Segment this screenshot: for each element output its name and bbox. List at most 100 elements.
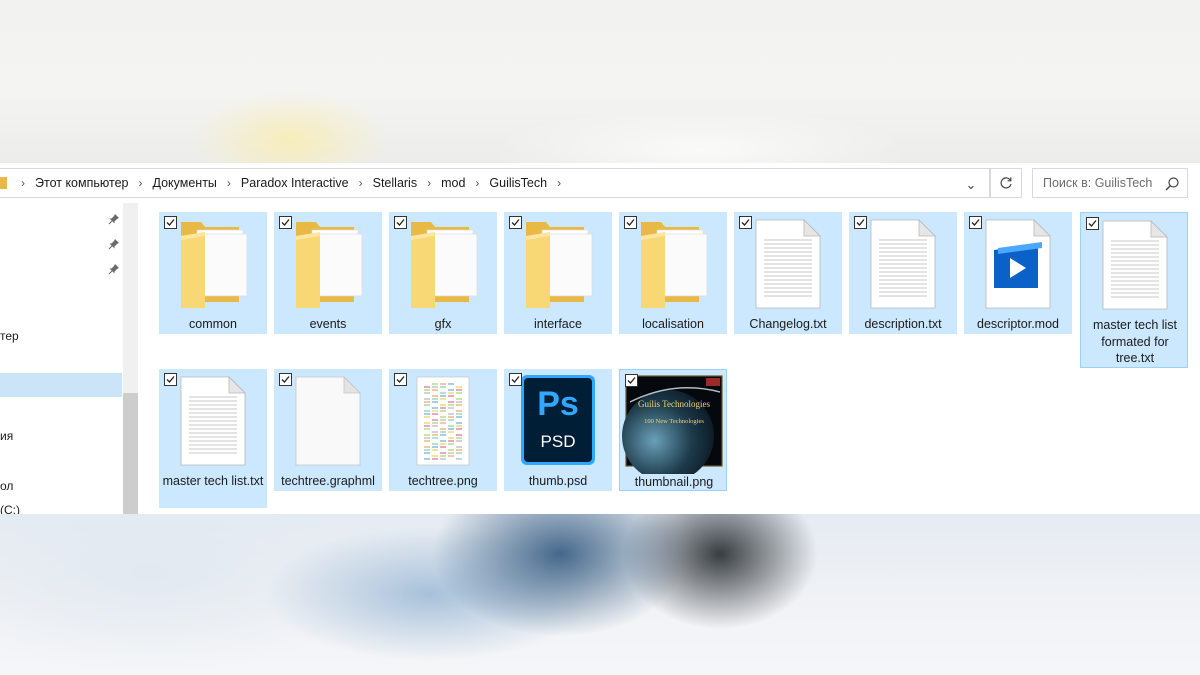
item-label: master tech list.txt (162, 474, 264, 488)
chevron-right-icon[interactable]: › (421, 176, 437, 190)
folder-item[interactable]: events (274, 212, 382, 334)
nav-item[interactable] (0, 258, 122, 282)
nav-item[interactable]: ол (0, 474, 122, 498)
address-bar[interactable]: › Этот компьютер › Документы › Paradox I… (0, 168, 990, 198)
nav-item-label: (C:) (0, 503, 20, 514)
item-label: description.txt (864, 317, 942, 331)
item-checkbox[interactable] (164, 373, 177, 386)
refresh-icon (1000, 177, 1012, 189)
file-item[interactable]: Ps PSD thumb.psd (504, 369, 612, 491)
address-row: › Этот компьютер › Документы › Paradox I… (0, 168, 1200, 200)
item-label: localisation (642, 317, 704, 331)
file-item[interactable]: description.txt (849, 212, 957, 334)
item-checkbox[interactable] (279, 373, 292, 386)
file-item[interactable]: master tech list formated for tree.txt (1080, 212, 1188, 368)
file-item[interactable]: master tech list.txt (159, 369, 267, 508)
nav-item-label: тер (0, 329, 19, 343)
checkmark-icon (741, 219, 750, 226)
breadcrumb-stellaris[interactable]: Stellaris (369, 176, 421, 190)
nav-scrollbar[interactable] (123, 203, 138, 514)
folder-icon (0, 177, 7, 189)
item-label: gfx (434, 317, 452, 331)
item-label: techtree.graphml (281, 474, 375, 488)
nav-item-label: ия (0, 429, 14, 443)
item-label: Changelog.txt (749, 317, 827, 331)
checkmark-icon (511, 376, 520, 383)
search-input[interactable] (1041, 175, 1163, 191)
folder-item[interactable]: localisation (619, 212, 727, 334)
nav-item[interactable] (0, 233, 122, 257)
blurred-background-top (0, 0, 1200, 165)
folder-item[interactable]: interface (504, 212, 612, 334)
item-checkbox[interactable] (509, 216, 522, 229)
chevron-right-icon[interactable]: › (353, 176, 369, 190)
checkmark-icon (511, 219, 520, 226)
item-label: events (309, 317, 347, 331)
item-checkbox[interactable] (394, 373, 407, 386)
thumbnail-subtitle-text: 100 New Technologies (644, 418, 704, 425)
item-checkbox[interactable] (739, 216, 752, 229)
file-item[interactable]: Changelog.txt (734, 212, 842, 334)
item-checkbox[interactable] (854, 216, 867, 229)
item-checkbox[interactable] (969, 216, 982, 229)
pin-icon[interactable] (108, 263, 120, 275)
chevron-right-icon[interactable]: › (17, 176, 31, 190)
folder-item[interactable]: common (159, 212, 267, 334)
checkmark-icon (396, 219, 405, 226)
chevron-right-icon[interactable]: › (132, 176, 148, 190)
pin-icon[interactable] (108, 238, 120, 250)
checkmark-icon (281, 376, 290, 383)
checkmark-icon (627, 377, 636, 384)
breadcrumb-mod[interactable]: mod (437, 176, 469, 190)
file-item[interactable]: techtree.graphml (274, 369, 382, 491)
item-label: thumb.psd (528, 474, 588, 488)
file-item[interactable]: descriptor.mod (964, 212, 1072, 334)
search-icon[interactable] (1164, 176, 1180, 192)
refresh-button[interactable] (990, 168, 1022, 198)
search-box[interactable] (1032, 168, 1188, 198)
file-explorer-window: › Этот компьютер › Документы › Paradox I… (0, 163, 1200, 514)
breadcrumb-documents[interactable]: Документы (148, 176, 220, 190)
item-checkbox[interactable] (624, 216, 637, 229)
item-label: techtree.png (408, 474, 478, 488)
breadcrumb-paradox[interactable]: Paradox Interactive (237, 176, 353, 190)
chevron-down-icon[interactable]: ⌄ (962, 177, 980, 193)
checkmark-icon (281, 219, 290, 226)
nav-item-selected[interactable] (0, 373, 122, 397)
navigation-pane: тер ия ол (C:) (0, 203, 138, 514)
item-checkbox[interactable] (394, 216, 407, 229)
breadcrumb-this-pc[interactable]: Этот компьютер (31, 176, 132, 190)
pin-icon[interactable] (108, 213, 120, 225)
blurred-background-bottom (0, 514, 1200, 675)
file-item[interactable]: Guilis Technologies 100 New Technologies t… (619, 369, 727, 491)
item-checkbox[interactable] (625, 374, 638, 387)
thumbnail-title-text: Guilis Technologies (638, 399, 710, 409)
folder-item[interactable]: gfx (389, 212, 497, 334)
checkmark-icon (166, 376, 175, 383)
nav-item[interactable] (0, 208, 122, 232)
checkmark-icon (971, 219, 980, 226)
nav-item-this-pc[interactable]: тер (0, 324, 122, 348)
item-checkbox[interactable] (279, 216, 292, 229)
item-checkbox[interactable] (509, 373, 522, 386)
item-label: interface (534, 317, 582, 331)
checkmark-icon (396, 376, 405, 383)
item-checkbox[interactable] (164, 216, 177, 229)
psd-icon-subtext: PSD (541, 432, 576, 451)
nav-item[interactable]: ия (0, 424, 122, 448)
psd-icon-text: Ps (537, 385, 579, 423)
item-label: master tech list formated for tree.txt (1092, 318, 1178, 365)
item-label: thumbnail.png (634, 475, 714, 489)
breadcrumb-guilistech[interactable]: GuilisTech (485, 176, 551, 190)
nav-scrollbar-thumb[interactable] (123, 393, 138, 514)
item-label: common (189, 317, 237, 331)
chevron-right-icon[interactable]: › (221, 176, 237, 190)
item-checkbox[interactable] (1086, 217, 1099, 230)
nav-item-drive-c[interactable]: (C:) (0, 498, 122, 514)
file-item[interactable]: techtree.png (389, 369, 497, 491)
chevron-right-icon[interactable]: › (551, 176, 567, 190)
checkmark-icon (1088, 220, 1097, 227)
chevron-right-icon[interactable]: › (469, 176, 485, 190)
checkmark-icon (166, 219, 175, 226)
checkmark-icon (626, 219, 635, 226)
